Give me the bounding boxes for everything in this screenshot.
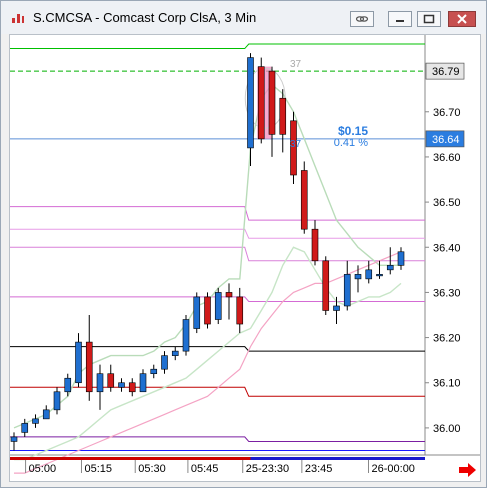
candle-body xyxy=(268,70,276,135)
candle-body xyxy=(182,319,190,352)
candle-body xyxy=(85,341,93,393)
change-value: $0.15 xyxy=(338,124,368,138)
candle-body xyxy=(139,373,147,393)
candle-body xyxy=(171,350,179,356)
candle-body xyxy=(32,418,39,424)
y-tick-label: 36.60 xyxy=(433,152,461,164)
candle-body xyxy=(193,296,201,329)
candle-body xyxy=(236,296,244,325)
change-percent: 0.41 % xyxy=(334,137,368,149)
x-tick-label: 23:45 xyxy=(305,463,333,475)
y-tick-label: 36.50 xyxy=(433,197,461,209)
x-tick-label: 05:45 xyxy=(191,463,219,475)
close-icon xyxy=(457,14,467,24)
candle-body xyxy=(300,170,308,230)
x-tick-label: 26-00:00 xyxy=(372,463,415,475)
price-chart[interactable]: $0.150.41 % 37 37 36.70 36.60 36.50 36.40 36.3… xyxy=(10,35,480,481)
candle-body xyxy=(376,274,383,277)
candle-body xyxy=(204,296,211,325)
y-axis: 36.70 36.60 36.50 36.40 36.30 36.20 36.10 36.00… xyxy=(425,62,465,435)
candle-body xyxy=(150,368,158,375)
candle-body xyxy=(279,97,287,135)
y-tick-label: 36.10 xyxy=(433,378,461,390)
candle-body xyxy=(365,269,373,280)
chart-app-icon xyxy=(11,11,25,23)
candle-body xyxy=(42,409,50,420)
candle-body xyxy=(75,341,82,384)
candle-body xyxy=(247,57,254,149)
candle-body xyxy=(333,305,340,311)
y-tick-label: 36.70 xyxy=(433,107,461,119)
x-tick-label: 25-23:30 xyxy=(246,463,289,475)
x-tick-label: 05:15 xyxy=(84,463,112,475)
candle-body xyxy=(53,391,61,411)
mark-bottom-label: 37 xyxy=(290,139,302,150)
candle-body xyxy=(118,382,125,388)
scroll-right-icon[interactable] xyxy=(459,463,476,477)
maximize-icon xyxy=(423,14,435,24)
candle-body xyxy=(128,382,136,393)
candle-body xyxy=(322,260,330,311)
y-tick-label: 36.40 xyxy=(433,242,461,254)
title-bar[interactable]: S.CMCSA - Comcast Corp ClsA, 3 Min xyxy=(1,1,486,34)
minimize-button[interactable] xyxy=(388,11,412,27)
session-bar-blue xyxy=(250,457,425,460)
candle-body xyxy=(397,251,405,266)
candle-body xyxy=(96,373,104,393)
chart-area[interactable]: $0.15 0.41 % 37 37 36.70 36.60 36.50 36.40 36.3… xyxy=(9,34,481,482)
x-tick-label: 05:30 xyxy=(138,463,166,475)
close-button[interactable] xyxy=(448,11,476,27)
chart-window: S.CMCSA - Comcast Corp ClsA, 3 Min $0.15… xyxy=(0,0,487,488)
mark-top-label: 37 xyxy=(290,59,302,70)
link-icon xyxy=(355,16,369,22)
candle-body xyxy=(257,66,265,140)
x-tick-label: 05:00 xyxy=(29,463,57,475)
price-tag-label: 36.79 xyxy=(432,66,460,78)
maximize-button[interactable] xyxy=(417,11,441,27)
candle-body xyxy=(354,274,362,280)
y-tick-label: 36.00 xyxy=(433,423,461,435)
candle-body xyxy=(311,228,319,262)
candle-body xyxy=(107,373,115,388)
x-axis: 05:00 05:15 05:30 05:45 25-23:30 23:45 26-00:0… xyxy=(10,457,476,477)
y-tick-label: 36.30 xyxy=(433,287,461,299)
candle-body xyxy=(214,292,222,320)
candle-body xyxy=(161,355,168,370)
candle-body xyxy=(343,274,351,307)
candle-body xyxy=(225,292,233,298)
plot-background xyxy=(10,35,425,455)
candle-body xyxy=(21,423,29,433)
link-button[interactable] xyxy=(350,11,374,27)
candle-body xyxy=(64,377,72,393)
y-tick-label: 36.20 xyxy=(433,333,461,345)
candle-body xyxy=(10,436,18,442)
price-tag-label: 36.64 xyxy=(432,134,460,146)
window-title: S.CMCSA - Comcast Corp ClsA, 3 Min xyxy=(33,10,257,25)
minimize-icon xyxy=(396,20,404,22)
candle-body xyxy=(386,265,394,271)
